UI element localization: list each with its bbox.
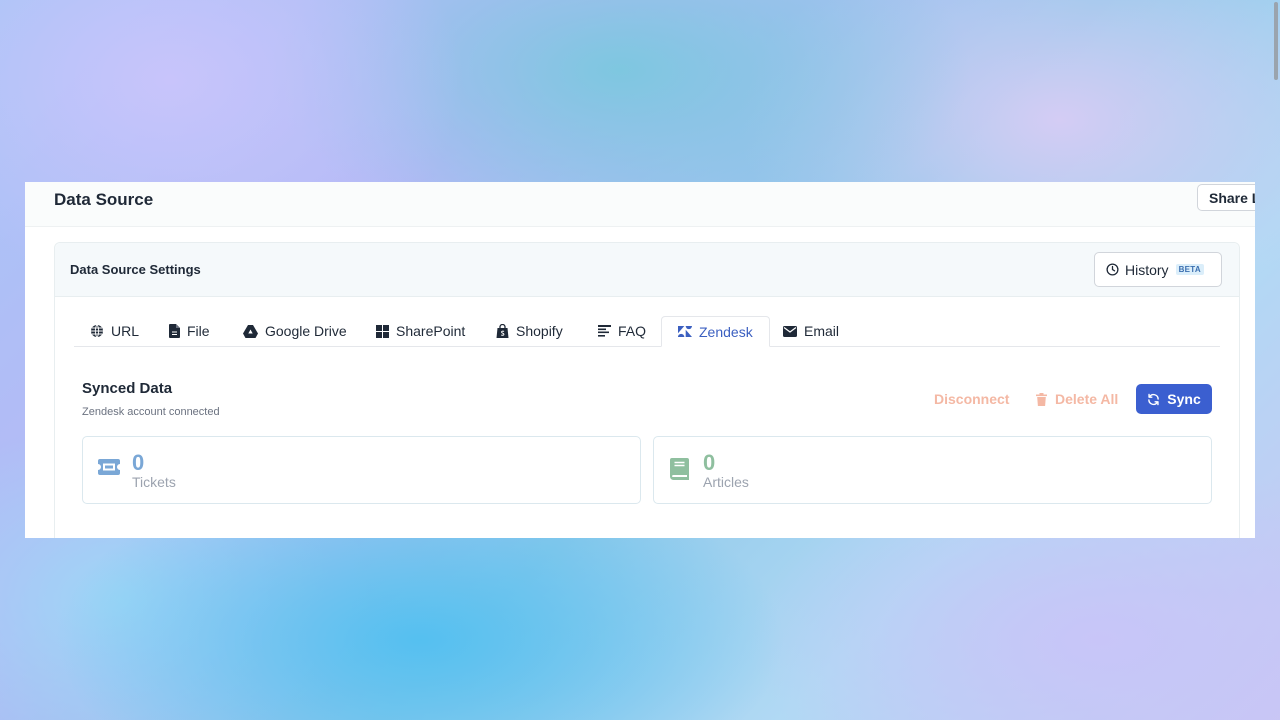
google-drive-icon [243,324,258,338]
tab-label: FAQ [618,323,647,339]
articles-count: 0 [703,450,716,475]
refresh-icon [1148,393,1160,405]
beta-badge: BETA [1175,264,1204,275]
clock-icon [1106,263,1119,276]
trash-icon [1036,392,1047,406]
history-label: History [1125,261,1169,278]
share-button[interactable]: Share L [1197,184,1255,211]
tab-email[interactable]: Email [767,316,855,346]
tab-label: Google Drive [265,323,347,339]
tickets-label: Tickets [132,474,176,490]
tickets-count: 0 [132,450,145,475]
tab-label: SharePoint [396,323,466,339]
sync-label: Sync [1167,391,1201,407]
shopify-icon [496,324,509,338]
tab-shopify[interactable]: Shopify [480,316,579,346]
data-source-panel: Data Source Share L Data Source Settings… [25,182,1255,538]
scrollbar-thumb[interactable] [1274,2,1278,80]
articles-label: Articles [703,474,749,490]
tab-zendesk[interactable]: Zendesk [661,316,770,347]
sharepoint-icon [376,324,389,338]
tab-faq[interactable]: FAQ [582,316,662,346]
zendesk-icon [678,326,692,337]
tab-google-drive[interactable]: Google Drive [227,316,363,346]
book-icon [670,458,689,480]
delete-all-button[interactable]: Delete All [1036,391,1118,407]
globe-icon [91,324,103,338]
tab-label: Email [804,323,840,339]
synced-data-subtitle: Zendesk account connected [82,406,220,418]
tab-file[interactable]: File [153,316,226,346]
data-source-settings-card: Data Source Settings History BETA URL Fi… [54,242,1240,538]
page-title: Data Source [54,190,154,209]
disconnect-button[interactable]: Disconnect [934,391,1009,407]
tab-sharepoint[interactable]: SharePoint [360,316,481,346]
settings-header: Data Source Settings History BETA [55,243,1239,297]
articles-stat-card: 0 Articles [653,436,1212,504]
delete-all-label: Delete All [1055,391,1119,407]
tab-label: URL [111,323,140,339]
synced-data-title: Synced Data [82,380,173,397]
settings-title: Data Source Settings [70,262,201,277]
ticket-icon [98,459,120,475]
source-tabs: URL File Google Drive SharePoint Shopify… [74,316,1220,347]
tickets-stat-card: 0 Tickets [82,436,641,504]
file-icon [169,324,180,338]
tab-url[interactable]: URL [74,316,155,346]
tab-label: File [187,323,210,339]
history-button[interactable]: History BETA [1094,252,1222,287]
tab-label: Shopify [516,323,563,339]
faq-icon [598,325,611,337]
page-header: Data Source Share L [25,182,1255,227]
envelope-icon [783,325,797,337]
scrollbar[interactable] [1272,0,1280,720]
tab-label: Zendesk [699,323,753,340]
sync-button[interactable]: Sync [1136,384,1212,414]
